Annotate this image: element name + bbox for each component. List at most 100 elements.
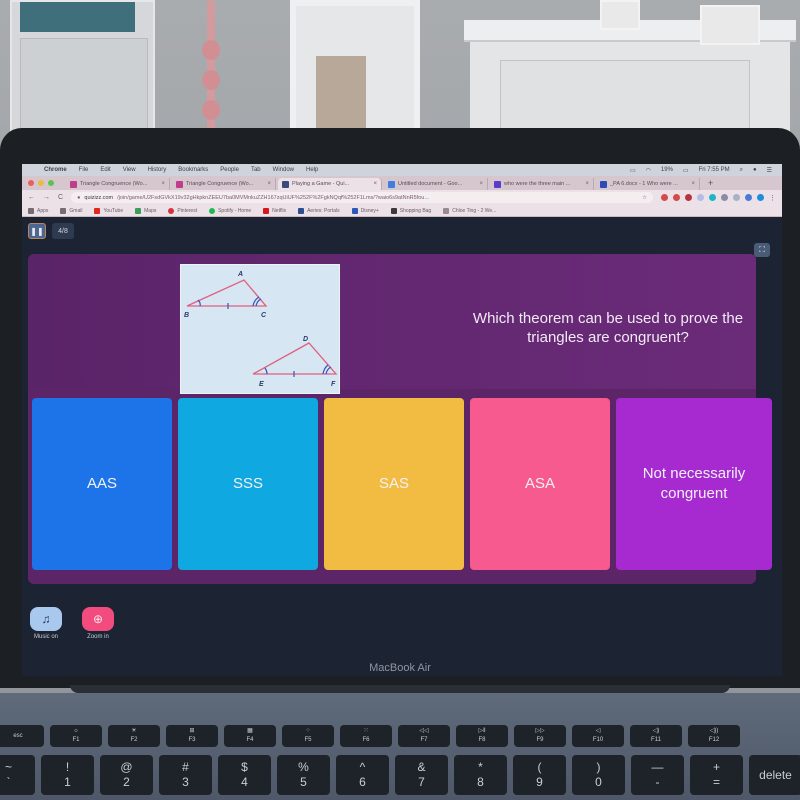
reload-icon[interactable]: C xyxy=(58,194,63,201)
function-key[interactable]: ⁙ F6 xyxy=(340,725,392,747)
extension-icon[interactable] xyxy=(709,194,716,201)
close-tab-icon[interactable]: × xyxy=(691,181,695,187)
answer-option-asa[interactable]: ASA xyxy=(470,398,610,570)
number-key[interactable]: delete xyxy=(749,755,800,795)
function-key[interactable]: ⁘ F5 xyxy=(282,725,334,747)
function-key[interactable]: ▦ F4 xyxy=(224,725,276,747)
number-key[interactable]: ! 1 xyxy=(41,755,94,795)
bookmark-disney[interactable]: Disney+ xyxy=(351,207,379,214)
function-key[interactable]: ▷‖ F8 xyxy=(456,725,508,747)
number-key[interactable]: $4 xyxy=(218,755,271,795)
back-arrow-icon[interactable]: ← xyxy=(28,194,35,201)
browser-tab[interactable]: _PA 6.docx - 1 Who were ... × xyxy=(596,178,700,190)
menu-tab[interactable]: Tab xyxy=(251,167,261,173)
bookmark-apps[interactable]: Apps xyxy=(28,207,48,214)
url-bar[interactable]: ● quizizz.com/join/game/U2FsdGVkX19v32gH… xyxy=(71,192,653,203)
menu-help[interactable]: Help xyxy=(306,167,318,173)
menu-view[interactable]: View xyxy=(123,167,136,173)
key-bottom-legend: F2 xyxy=(130,737,138,743)
number-key[interactable]: (9 xyxy=(513,755,566,795)
menu-people[interactable]: People xyxy=(220,167,239,173)
number-key[interactable]: ~ ` xyxy=(0,755,35,795)
number-key[interactable]: % 5 xyxy=(277,755,330,795)
bookmark-gmail[interactable]: Gmail xyxy=(60,207,82,214)
browser-tab[interactable]: Triangle Congruence (Wo... × xyxy=(66,178,170,190)
function-key[interactable]: ◁) F11 xyxy=(630,725,682,747)
clock[interactable]: Fri 7:55 PM xyxy=(699,167,730,173)
browser-tab[interactable]: who were the three main ... × xyxy=(490,178,594,190)
battery-icon[interactable]: ▭ xyxy=(683,167,689,174)
siri-icon[interactable]: ● xyxy=(753,167,757,173)
extension-icon[interactable] xyxy=(673,194,680,201)
extension-icon[interactable] xyxy=(745,194,752,201)
wifi-icon[interactable]: ◠ xyxy=(646,167,651,174)
extension-icon[interactable] xyxy=(721,194,728,201)
control-center-icon[interactable]: ☰ xyxy=(767,167,772,174)
maximize-window-button[interactable] xyxy=(48,180,54,186)
new-tab-button[interactable]: + xyxy=(702,178,719,188)
menubar-app-name[interactable]: Chrome xyxy=(44,167,67,173)
forward-arrow-icon[interactable]: → xyxy=(43,194,50,201)
number-key[interactable]: @2 xyxy=(100,755,153,795)
answer-option-not-congruent[interactable]: Not necessarily congruent xyxy=(616,398,772,570)
function-key[interactable]: ◁ F10 xyxy=(572,725,624,747)
browser-tab[interactable]: Triangle Congruence (Wo... × xyxy=(172,178,276,190)
close-window-button[interactable] xyxy=(28,180,34,186)
profile-avatar[interactable] xyxy=(757,194,764,201)
number-key[interactable]: * 8 xyxy=(454,755,507,795)
zoom-in-button[interactable]: ⊕ xyxy=(82,607,114,631)
menu-history[interactable]: History xyxy=(148,167,167,173)
close-tab-icon[interactable]: × xyxy=(267,181,271,187)
browser-tab-active[interactable]: Playing a Game - Qui... × xyxy=(278,178,382,190)
music-button[interactable]: ♫ xyxy=(30,607,62,631)
bookmark-pinterest[interactable]: Pinterest xyxy=(168,207,197,214)
spotify-icon xyxy=(209,207,216,214)
answer-option-aas[interactable]: AAS xyxy=(32,398,172,570)
bookmark-youtube[interactable]: YouTube xyxy=(94,207,124,214)
number-key[interactable]: ^ 6 xyxy=(336,755,389,795)
extension-icon[interactable] xyxy=(685,194,692,201)
extension-icon[interactable] xyxy=(661,194,668,201)
close-tab-icon[interactable]: × xyxy=(161,181,165,187)
minimize-window-button[interactable] xyxy=(38,180,44,186)
function-key[interactable]: ◁◁ F7 xyxy=(398,725,450,747)
browser-tab[interactable]: Untitled document - Goo... × xyxy=(384,178,488,190)
function-key[interactable]: ⊞ F3 xyxy=(166,725,218,747)
pinterest-icon xyxy=(168,207,175,214)
number-key[interactable]: — - xyxy=(631,755,684,795)
function-key[interactable]: esc xyxy=(0,725,44,747)
bookmark-aeries[interactable]: Aeries: Portals xyxy=(298,207,340,214)
answer-option-sas[interactable]: SAS xyxy=(324,398,464,570)
chrome-menu-icon[interactable]: ⋮ xyxy=(769,194,776,202)
airplay-icon[interactable]: ▭ xyxy=(630,167,636,174)
function-key[interactable]: ☀ F2 xyxy=(108,725,160,747)
menu-edit[interactable]: Edit xyxy=(100,167,110,173)
number-key[interactable]: & 7 xyxy=(395,755,448,795)
menu-window[interactable]: Window xyxy=(273,167,294,173)
function-key[interactable]: ◁)) F12 xyxy=(688,725,740,747)
bookmark-netflix[interactable]: Netflix xyxy=(263,207,286,214)
number-key[interactable]: #3 xyxy=(159,755,212,795)
menu-bookmarks[interactable]: Bookmarks xyxy=(178,167,208,173)
bookmark-maps[interactable]: Maps xyxy=(135,207,156,214)
function-key[interactable]: ▷▷ F9 xyxy=(514,725,566,747)
bookmark-star-icon[interactable]: ☆ xyxy=(642,195,647,201)
bookmark-shopping-bag[interactable]: Shopping Bag xyxy=(390,207,431,214)
answer-option-sss[interactable]: SSS xyxy=(178,398,318,570)
tab-title: who were the three main ... xyxy=(504,181,571,187)
extension-icon[interactable] xyxy=(733,194,740,201)
number-key[interactable]: ) 0 xyxy=(572,755,625,795)
close-tab-icon[interactable]: × xyxy=(479,181,483,187)
close-tab-icon[interactable]: × xyxy=(585,181,589,187)
spotlight-icon[interactable]: ⌕ xyxy=(740,167,743,174)
function-key[interactable]: ☼ F1 xyxy=(50,725,102,747)
bookmark-spotify[interactable]: Spotify - Home xyxy=(209,207,251,214)
number-key[interactable]: + = xyxy=(690,755,743,795)
pause-button[interactable]: ❚❚ xyxy=(28,223,46,239)
bookmark-chloe-ting[interactable]: Chloe Ting - 2 We... xyxy=(443,207,496,214)
menu-file[interactable]: File xyxy=(79,167,89,173)
fullscreen-button[interactable]: ⛶ xyxy=(754,243,770,257)
close-tab-icon[interactable]: × xyxy=(373,181,377,187)
extension-icon[interactable] xyxy=(697,194,704,201)
bookmark-label: YouTube xyxy=(103,207,124,214)
